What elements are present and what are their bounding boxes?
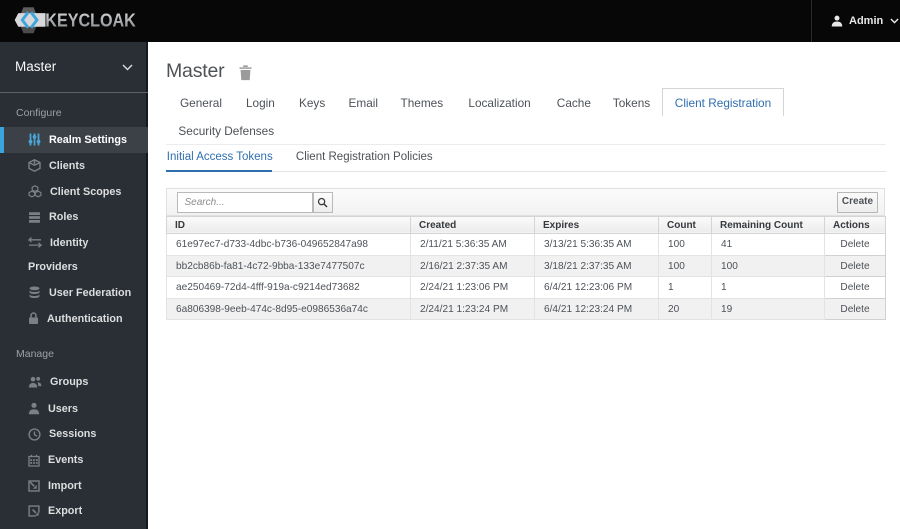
svg-text:KEYCLOAK: KEYCLOAK — [45, 10, 136, 31]
